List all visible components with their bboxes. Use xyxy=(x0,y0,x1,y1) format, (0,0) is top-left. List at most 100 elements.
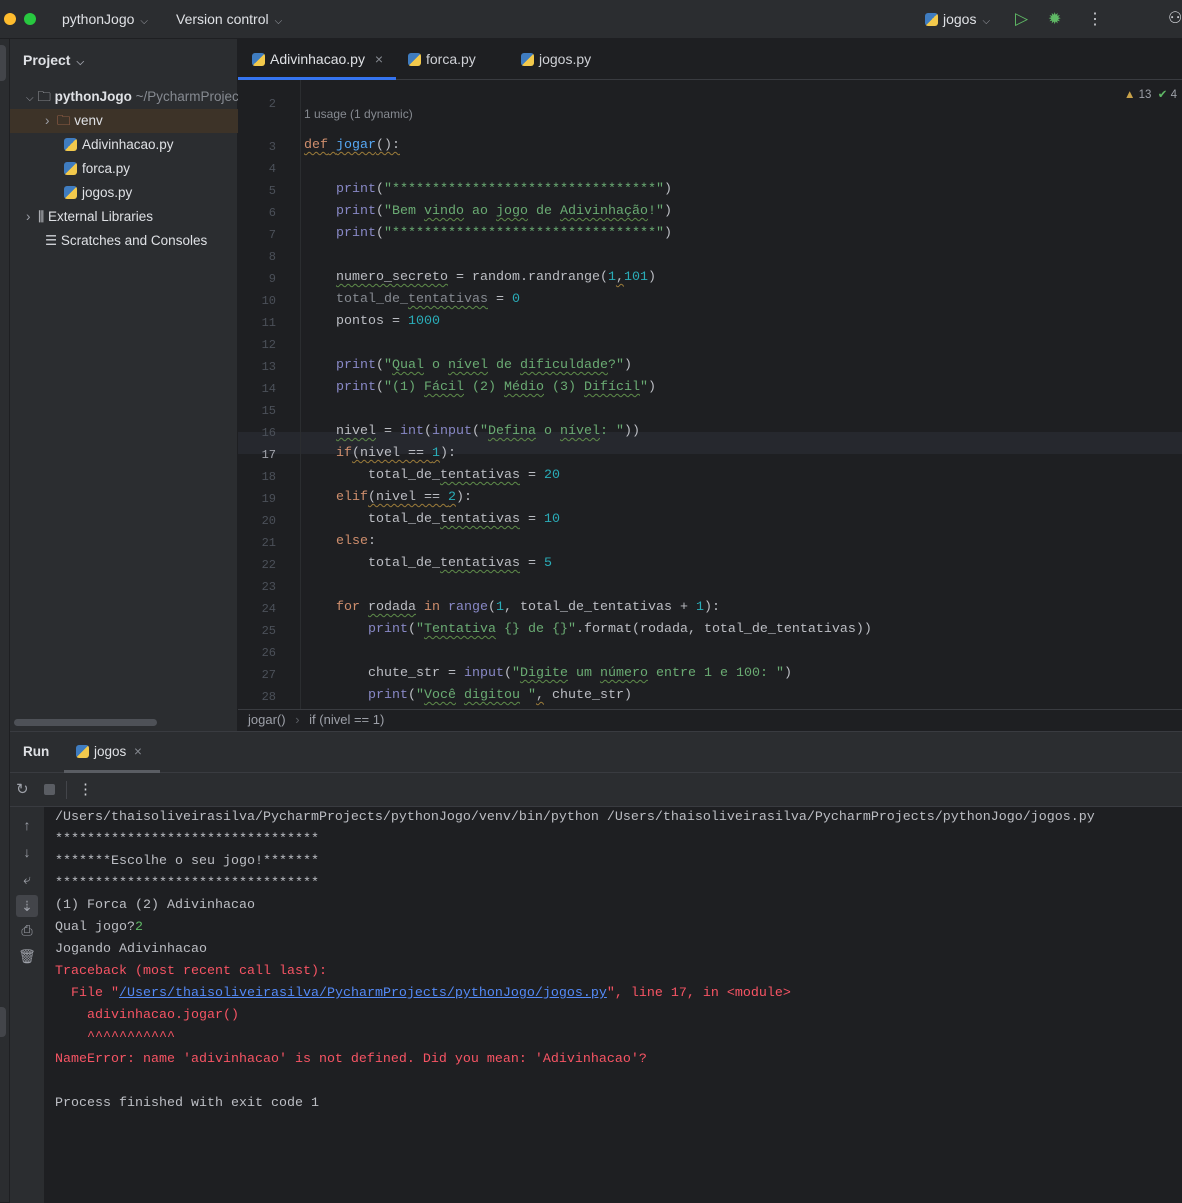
tab-adivinhacao[interactable]: Adivinhacao.py × xyxy=(252,51,383,67)
breadcrumb-if[interactable]: if (nivel == 1) xyxy=(309,712,384,727)
code-line[interactable]: for rodada in range(1, total_de_tentativ… xyxy=(304,600,720,615)
console-line: NameError: name 'adivinhacao' is not def… xyxy=(55,1052,647,1067)
arrow-up-icon[interactable]: ↑ xyxy=(18,817,36,833)
code-token: tentativas xyxy=(439,468,520,483)
tree-item-label: Adivinhacao.py xyxy=(82,137,174,152)
project-tool-button[interactable] xyxy=(0,45,6,81)
console-text: File " xyxy=(55,986,119,1001)
code-line[interactable]: elif(nivel == 2): xyxy=(304,490,472,505)
run-panel-header: Run jogos × xyxy=(10,732,1182,773)
line-number: 4 xyxy=(268,162,276,176)
close-tab-icon[interactable]: × xyxy=(375,51,383,67)
tool-window-strip xyxy=(0,39,10,1202)
rerun-icon[interactable]: ↻ xyxy=(16,780,29,798)
code-line[interactable]: total_de_tentativas = 20 xyxy=(304,468,560,483)
folder-icon: 🗀 xyxy=(57,113,71,128)
python-icon xyxy=(76,745,89,758)
zoom-window-button[interactable] xyxy=(24,13,36,25)
run-tab-jogos[interactable]: jogos × xyxy=(76,744,142,759)
code-token: (2) xyxy=(464,380,504,395)
more-actions-button[interactable]: ⋮ xyxy=(1087,9,1103,29)
code-line[interactable]: chute_str = input("Digite um número entr… xyxy=(304,666,792,681)
print-icon[interactable]: ⎙ xyxy=(18,922,36,939)
soft-wrap-icon[interactable]: ⤶ xyxy=(18,871,36,888)
run-button[interactable]: ▷ xyxy=(1015,9,1028,29)
line-number: 19 xyxy=(261,492,276,506)
code-line[interactable]: total_de_tentativas = 0 xyxy=(304,292,520,307)
code-line[interactable]: pontos = 1000 xyxy=(304,314,440,329)
breadcrumb-function[interactable]: jogar() xyxy=(248,712,286,727)
minimize-window-button[interactable] xyxy=(4,13,16,25)
code-line[interactable]: print("Tentativa {} de {}".format(rodada… xyxy=(304,622,872,637)
tree-item-venv[interactable]: › 🗀 venv xyxy=(10,109,238,133)
code-token: Adivinhação xyxy=(560,204,648,219)
console-line: (1) Forca (2) Adivinhacao xyxy=(55,898,255,913)
run-tool-button[interactable] xyxy=(0,1007,6,1037)
code-line[interactable]: numero_secreto = random.randrange(1,101) xyxy=(304,270,656,285)
run-config-selector[interactable]: jogos ⌵ xyxy=(925,11,990,27)
tree-item-label: venv xyxy=(74,113,103,128)
code-token: ( xyxy=(488,600,496,615)
code-line[interactable]: if(nivel == 1): xyxy=(304,446,456,461)
tree-item-label: forca.py xyxy=(82,161,131,176)
code-token: nivel xyxy=(336,424,376,439)
horizontal-scrollbar[interactable] xyxy=(14,719,157,726)
code-line[interactable]: def jogar(): xyxy=(304,138,400,153)
debug-button[interactable]: ✹ xyxy=(1048,9,1061,29)
code-token: " xyxy=(480,424,488,439)
root-path: ~/PycharmProjects/pythonJogo xyxy=(135,89,238,104)
code-line[interactable]: print("*********************************… xyxy=(304,182,672,197)
code-line[interactable]: else: xyxy=(304,534,376,549)
tree-item-external-libraries[interactable]: › ⫼ External Libraries xyxy=(10,205,238,229)
code-line[interactable]: print("*********************************… xyxy=(304,226,672,241)
vcs-menu[interactable]: Version control ⌵ xyxy=(176,11,282,27)
code-token: , total_de_tentativas + xyxy=(504,600,696,615)
code-line[interactable]: print("Bem vindo ao jogo de Adivinhação!… xyxy=(304,204,672,219)
console-line: ^^^^^^^^^^^ xyxy=(55,1030,175,1045)
user-icon[interactable]: ⚇ xyxy=(1168,8,1182,28)
line-number: 24 xyxy=(261,602,276,616)
code-line[interactable]: total_de_tentativas = 10 xyxy=(304,512,560,527)
run-toolbar: ↻ ⋮ xyxy=(10,773,1182,807)
tab-forca[interactable]: forca.py xyxy=(408,51,476,67)
usage-hint[interactable]: 1 usage (1 dynamic) xyxy=(304,107,413,121)
code-token: ) xyxy=(647,270,656,285)
chevron-down-icon: ⌵ xyxy=(76,57,85,68)
run-config-label: jogos xyxy=(943,11,977,27)
arrow-down-icon[interactable]: ↓ xyxy=(18,844,36,860)
code-line[interactable]: nivel = int(input("Defina o nível: ")) xyxy=(304,424,640,439)
ok-count: 4 xyxy=(1170,89,1178,101)
trash-icon[interactable]: 🗑 xyxy=(18,948,36,965)
project-switcher[interactable]: pythonJogo ⌵ xyxy=(62,11,148,27)
code-token: {} de {}" xyxy=(495,622,576,637)
more-options-button[interactable]: ⋮ xyxy=(78,780,93,798)
line-number: 7 xyxy=(268,228,276,242)
code-line[interactable]: print("(1) Fácil (2) Médio (3) Difícil") xyxy=(304,380,656,395)
close-tab-icon[interactable]: × xyxy=(134,744,142,759)
code-line[interactable]: print("Você digitou ", chute_str) xyxy=(304,688,632,703)
inspection-widget[interactable]: ▲ 13 ✔ 4 xyxy=(1124,87,1177,101)
tree-item-jogos[interactable]: jogos.py xyxy=(10,181,238,205)
folder-icon: 🗀 xyxy=(37,89,51,104)
tab-jogos[interactable]: jogos.py xyxy=(521,51,591,67)
tree-item-scratches[interactable]: ☰ Scratches and Consoles xyxy=(10,229,238,253)
stop-button[interactable] xyxy=(44,784,55,795)
code-line[interactable]: total_de_tentativas = 5 xyxy=(304,556,552,571)
line-number: 20 xyxy=(261,514,276,528)
chevron-down-icon: ⌵ xyxy=(274,16,283,27)
project-panel-header[interactable]: Project ⌵ xyxy=(23,52,84,68)
tree-root[interactable]: ⌵ 🗀 pythonJogo ~/PycharmProjects/pythonJ… xyxy=(10,85,238,109)
tree-item-forca[interactable]: forca.py xyxy=(10,157,238,181)
tree-item-adivinhacao[interactable]: Adivinhacao.py xyxy=(10,133,238,157)
project-name: pythonJogo xyxy=(62,11,135,27)
code-token: jogo xyxy=(496,204,528,219)
code-line[interactable]: print("Qual o nível de dificuldade?") xyxy=(304,358,632,373)
warning-icon: ▲ xyxy=(1124,89,1136,101)
console-file-link[interactable]: /Users/thaisoliveirasilva/PycharmProject… xyxy=(119,986,607,1001)
line-number: 17 xyxy=(261,448,276,462)
scroll-to-end-icon[interactable]: ⇣ xyxy=(16,895,38,917)
